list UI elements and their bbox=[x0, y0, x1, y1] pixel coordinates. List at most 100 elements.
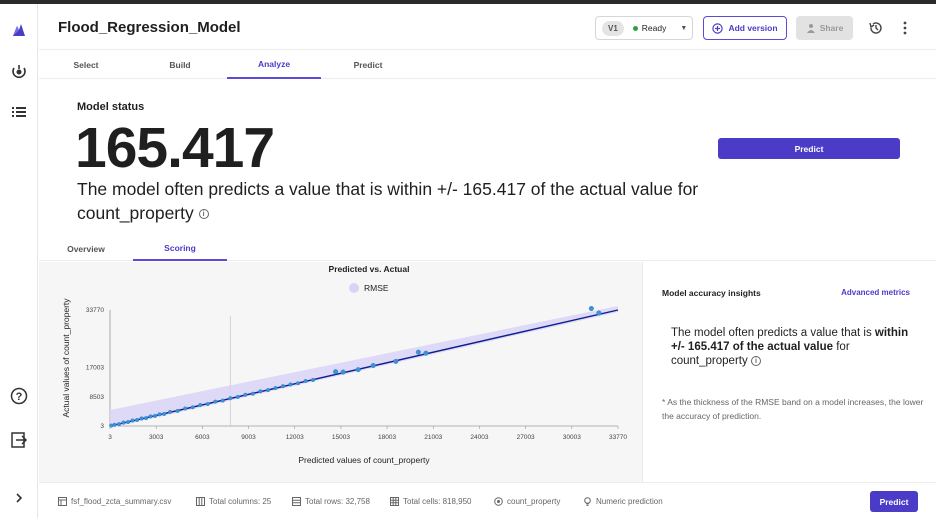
target-icon bbox=[494, 497, 503, 506]
version-select[interactable]: V1 Ready ▼ bbox=[595, 16, 693, 40]
data-point bbox=[183, 406, 188, 411]
data-point bbox=[190, 405, 195, 410]
data-point bbox=[423, 350, 429, 356]
page-title: Flood_Regression_Model bbox=[58, 19, 241, 36]
add-version-button[interactable]: Add version bbox=[703, 16, 787, 40]
footer-target-text: count_property bbox=[507, 497, 561, 506]
rows-icon bbox=[292, 497, 301, 506]
data-point bbox=[157, 412, 162, 417]
info-icon[interactable]: i bbox=[750, 355, 761, 366]
data-point bbox=[280, 384, 285, 389]
status-description-text: The model often predicts a value that is… bbox=[77, 179, 699, 223]
columns-icon bbox=[196, 497, 205, 506]
footer-cells: Total cells: 818,950 bbox=[390, 497, 472, 506]
scoring-chart-panel: Predicted vs. Actual RMSE 3 3003 6003 9003 1… bbox=[39, 262, 642, 482]
x-tick-label: 3 bbox=[108, 434, 112, 441]
predicted-vs-actual-chart: Predicted vs. Actual RMSE 3 3003 6003 9003 1… bbox=[61, 264, 627, 465]
data-point bbox=[355, 367, 361, 373]
x-tick-label: 21003 bbox=[424, 434, 442, 441]
y-tick-label: 33770 bbox=[86, 307, 104, 314]
y-tick-label: 3 bbox=[100, 423, 104, 430]
data-point bbox=[265, 388, 270, 393]
data-point bbox=[220, 398, 225, 403]
insights-title: Model accuracy insights bbox=[662, 288, 761, 298]
data-point bbox=[130, 418, 135, 423]
x-tick-label: 24003 bbox=[470, 434, 488, 441]
data-point bbox=[393, 358, 399, 364]
insights-text: The model often predicts a value that is… bbox=[671, 326, 921, 368]
version-badge: V1 bbox=[602, 20, 624, 36]
footer-rows: Total rows: 32,758 bbox=[292, 497, 370, 506]
x-tick-label: 33770 bbox=[609, 434, 627, 441]
ready-status-dot bbox=[632, 25, 638, 31]
more-options-icon[interactable] bbox=[899, 20, 911, 36]
tab-predict[interactable]: Predict bbox=[321, 51, 415, 79]
tab-scoring[interactable]: Scoring bbox=[133, 236, 227, 261]
tab-select[interactable]: Select bbox=[39, 51, 133, 79]
data-point bbox=[243, 392, 248, 397]
data-point bbox=[168, 409, 173, 414]
footer-file: fsf_flood_zcta_summary.csv bbox=[58, 497, 171, 506]
help-icon[interactable]: ? bbox=[9, 386, 29, 406]
data-point bbox=[112, 422, 117, 427]
chevron-down-icon: ▼ bbox=[680, 24, 688, 32]
data-point bbox=[296, 381, 301, 386]
share-label: Share bbox=[819, 23, 844, 33]
data-point bbox=[250, 391, 255, 396]
share-button[interactable]: Share bbox=[796, 16, 853, 40]
expand-nav-icon[interactable] bbox=[9, 488, 29, 508]
predict-button[interactable]: Predict bbox=[718, 138, 900, 159]
data-point bbox=[198, 403, 203, 408]
data-point bbox=[175, 408, 180, 413]
data-point bbox=[311, 377, 316, 382]
data-point bbox=[228, 396, 233, 401]
x-tick-label: 3003 bbox=[149, 434, 164, 441]
footer-columns: Total columns: 25 bbox=[196, 497, 271, 506]
x-tick-label: 12003 bbox=[286, 434, 304, 441]
model-status-description: The model often predicts a value that is… bbox=[77, 177, 717, 225]
data-point bbox=[273, 386, 278, 391]
advanced-metrics-link[interactable]: Advanced metrics bbox=[841, 288, 910, 297]
list-icon[interactable] bbox=[9, 102, 29, 122]
info-icon[interactable]: i bbox=[198, 209, 209, 220]
plot-area: 3 3003 6003 9003 12003 15003 18003 21003 24003 27… bbox=[86, 306, 627, 441]
analysis-subtabs: Overview Scoring bbox=[39, 236, 936, 261]
legend-label-rmse: RMSE bbox=[364, 283, 389, 293]
x-tick-label: 18003 bbox=[378, 434, 396, 441]
sign-out-icon[interactable] bbox=[9, 430, 29, 450]
data-point bbox=[126, 420, 131, 425]
app-logo-icon[interactable] bbox=[9, 20, 29, 40]
data-point bbox=[370, 363, 376, 369]
tab-overview[interactable]: Overview bbox=[39, 236, 133, 261]
x-tick-label: 9003 bbox=[241, 434, 256, 441]
data-point bbox=[148, 414, 153, 419]
share-icon bbox=[806, 24, 815, 33]
data-point bbox=[153, 413, 158, 418]
models-icon[interactable] bbox=[9, 62, 29, 82]
data-point bbox=[588, 306, 594, 312]
x-tick-label: 6003 bbox=[195, 434, 210, 441]
file-icon bbox=[58, 497, 67, 506]
footer-cells-text: Total cells: 818,950 bbox=[403, 497, 472, 506]
data-point bbox=[235, 394, 240, 399]
data-point bbox=[303, 379, 308, 384]
data-point bbox=[121, 420, 126, 425]
footer-predict-button[interactable]: Predict bbox=[870, 491, 918, 512]
page-header: Flood_Regression_Model V1 Ready ▼ Add ve… bbox=[39, 4, 936, 50]
insights-text-pre: The model often predicts a value that is bbox=[671, 327, 875, 339]
data-point bbox=[333, 369, 339, 375]
data-point bbox=[144, 416, 149, 421]
plus-circle-icon bbox=[712, 22, 724, 34]
main-tabs: Select Build Analyze Predict bbox=[39, 51, 936, 79]
data-point bbox=[340, 369, 346, 375]
svg-text:?: ? bbox=[16, 391, 23, 403]
footer-model-type-text: Numeric prediction bbox=[596, 497, 663, 506]
data-point bbox=[596, 310, 602, 316]
tab-analyze[interactable]: Analyze bbox=[227, 51, 321, 79]
add-version-label: Add version bbox=[728, 23, 778, 33]
chart-title: Predicted vs. Actual bbox=[329, 264, 410, 274]
data-point bbox=[135, 417, 140, 422]
history-icon[interactable] bbox=[868, 20, 884, 36]
data-point bbox=[116, 422, 121, 427]
tab-build[interactable]: Build bbox=[133, 51, 227, 79]
